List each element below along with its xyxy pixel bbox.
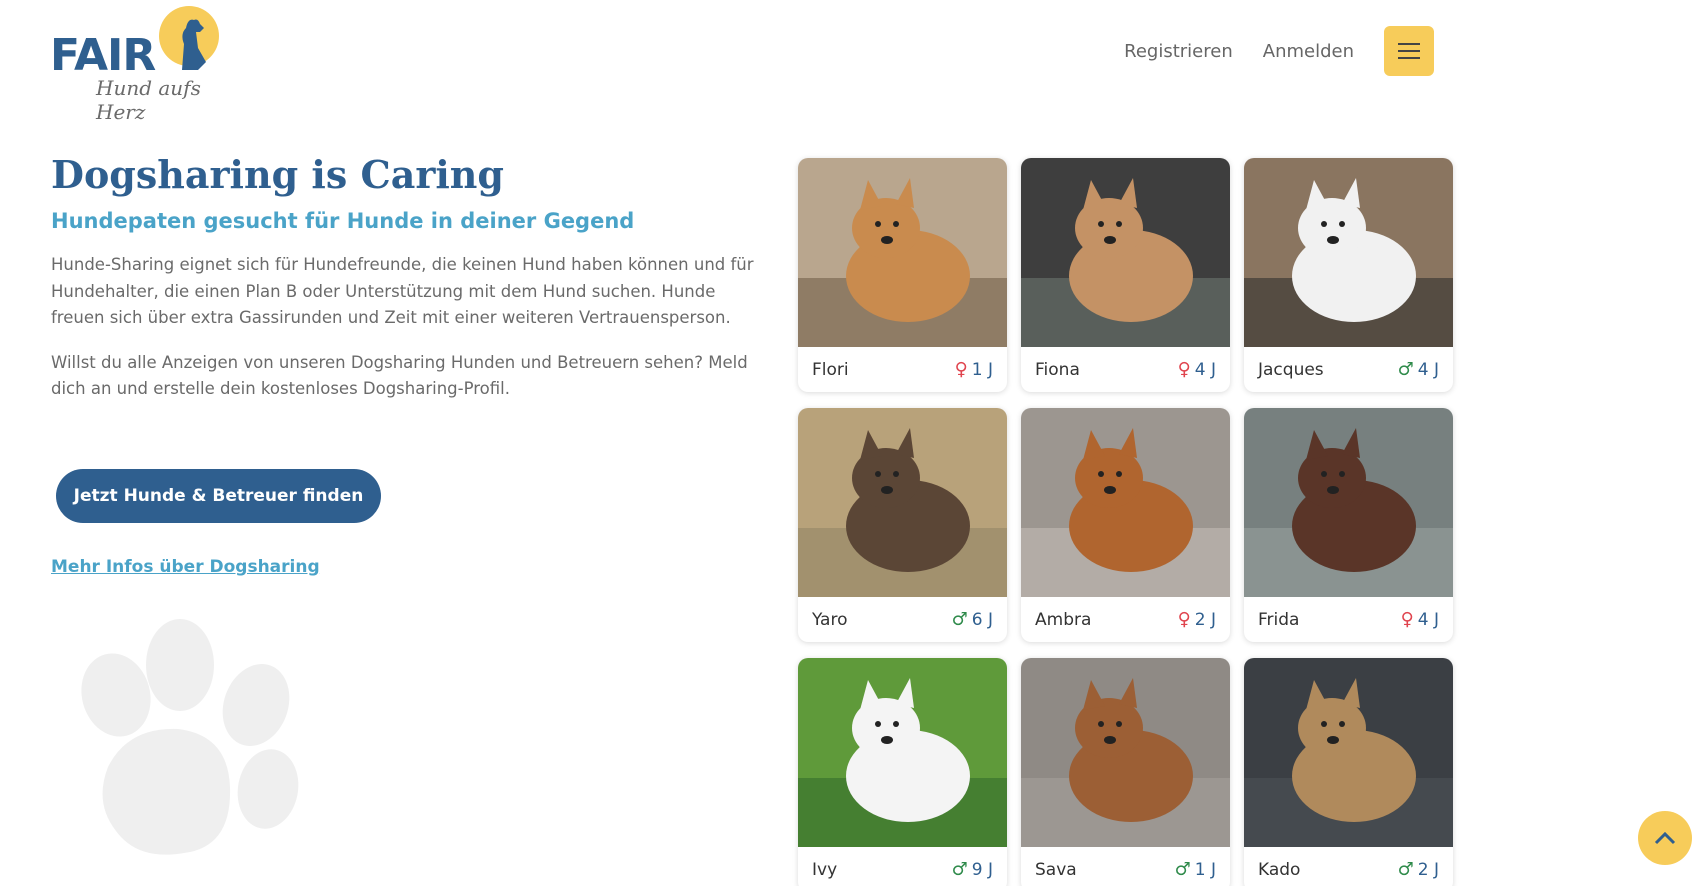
dog-age: 2 J (1417, 859, 1439, 880)
dog-grid: Flori ♀ 1 J Fiona ♀ 4 J Jacques ♂ 4 J Yaro ♂ 6 J Amb… (798, 158, 1454, 886)
male-icon: ♂ (951, 859, 968, 880)
female-icon: ♀ (954, 359, 968, 380)
chevron-up-icon (1654, 831, 1676, 845)
dog-card-footer: Kado ♂ 2 J (1244, 847, 1453, 886)
hamburger-icon (1398, 43, 1420, 59)
dog-name: Ivy (812, 859, 838, 880)
scroll-to-top-button[interactable] (1638, 811, 1692, 865)
dog-card[interactable]: Fiona ♀ 4 J (1021, 158, 1230, 392)
dog-card[interactable]: Frida ♀ 4 J (1244, 408, 1453, 642)
dog-age: 1 J (1194, 859, 1216, 880)
dog-photo (1244, 658, 1453, 847)
dog-age: 9 J (971, 859, 993, 880)
dog-name: Flori (812, 359, 849, 380)
dog-meta: ♀ 1 J (955, 359, 993, 380)
male-icon: ♂ (1174, 859, 1191, 880)
main-nav: Registrieren Anmelden (1124, 26, 1434, 76)
female-icon: ♀ (1400, 609, 1414, 630)
dog-name: Ambra (1035, 609, 1092, 630)
dog-age: 4 J (1417, 609, 1439, 630)
dog-age: 4 J (1194, 359, 1216, 380)
dog-name: Jacques (1258, 359, 1324, 380)
dog-card[interactable]: Sava ♂ 1 J (1021, 658, 1230, 886)
dog-meta: ♀ 4 J (1401, 609, 1439, 630)
dog-photo (798, 658, 1007, 847)
dog-age: 1 J (971, 359, 993, 380)
dog-name: Sava (1035, 859, 1077, 880)
dog-photo (798, 158, 1007, 347)
dog-photo (1021, 658, 1230, 847)
dog-card-footer: Fiona ♀ 4 J (1021, 347, 1230, 392)
intro-paragraph-2: Willst du alle Anzeigen von unseren Dogs… (51, 352, 748, 399)
dog-meta: ♂ 9 J (952, 859, 993, 880)
female-icon: ♀ (1177, 609, 1191, 630)
dog-photo (1244, 158, 1453, 347)
dog-photo (1244, 408, 1453, 597)
dog-card[interactable]: Ivy ♂ 9 J (798, 658, 1007, 886)
dog-name: Fiona (1035, 359, 1080, 380)
dog-card[interactable]: Flori ♀ 1 J (798, 158, 1007, 392)
more-info-link[interactable]: Mehr Infos über Dogsharing (51, 557, 320, 577)
dog-meta: ♂ 6 J (952, 609, 993, 630)
site-header: FAIR Hund aufs Herz Registrieren Anmelde… (0, 0, 1702, 124)
find-dogs-button[interactable]: Jetzt Hunde & Betreuer finden (56, 469, 381, 523)
dog-card[interactable]: Yaro ♂ 6 J (798, 408, 1007, 642)
dog-age: 6 J (971, 609, 993, 630)
dog-meta: ♀ 4 J (1178, 359, 1216, 380)
sun-dog-logo-icon (159, 6, 219, 70)
dog-meta: ♂ 4 J (1398, 359, 1439, 380)
dog-card-footer: Yaro ♂ 6 J (798, 597, 1007, 642)
dog-card-footer: Jacques ♂ 4 J (1244, 347, 1453, 392)
male-icon: ♂ (1397, 859, 1414, 880)
login-link[interactable]: Anmelden (1263, 41, 1354, 62)
intro-section: Dogsharing is Caring Hundepaten gesucht … (51, 150, 761, 403)
dog-card-footer: Ambra ♀ 2 J (1021, 597, 1230, 642)
dog-card-footer: Frida ♀ 4 J (1244, 597, 1453, 642)
dog-name: Yaro (812, 609, 848, 630)
menu-button[interactable] (1384, 26, 1434, 76)
paw-print-icon (81, 619, 299, 855)
dog-name: Frida (1258, 609, 1300, 630)
dog-meta: ♂ 1 J (1175, 859, 1216, 880)
dog-card[interactable]: Kado ♂ 2 J (1244, 658, 1453, 886)
dog-age: 4 J (1417, 359, 1439, 380)
intro-paragraph-1: Hunde-Sharing eignet sich für Hundefreun… (51, 255, 754, 327)
male-icon: ♂ (951, 609, 968, 630)
female-icon: ♀ (1177, 359, 1191, 380)
logo-tagline: Hund aufs Herz (96, 76, 201, 124)
dog-photo (798, 408, 1007, 597)
logo-word: FAIR (50, 30, 156, 81)
dog-name: Kado (1258, 859, 1301, 880)
dog-card[interactable]: Ambra ♀ 2 J (1021, 408, 1230, 642)
dog-card-footer: Sava ♂ 1 J (1021, 847, 1230, 886)
dog-meta: ♀ 2 J (1178, 609, 1216, 630)
male-icon: ♂ (1397, 359, 1414, 380)
dog-age: 2 J (1194, 609, 1216, 630)
dog-card[interactable]: Jacques ♂ 4 J (1244, 158, 1453, 392)
dog-card-footer: Flori ♀ 1 J (798, 347, 1007, 392)
dog-photo (1021, 408, 1230, 597)
dog-meta: ♂ 2 J (1398, 859, 1439, 880)
page-title: Dogsharing is Caring (51, 152, 504, 197)
page-subtitle: Hundepaten gesucht für Hunde in deiner G… (51, 209, 635, 233)
dog-photo (1021, 158, 1230, 347)
logo[interactable]: FAIR Hund aufs Herz (50, 4, 230, 124)
dog-card-footer: Ivy ♂ 9 J (798, 847, 1007, 886)
register-link[interactable]: Registrieren (1124, 41, 1233, 62)
